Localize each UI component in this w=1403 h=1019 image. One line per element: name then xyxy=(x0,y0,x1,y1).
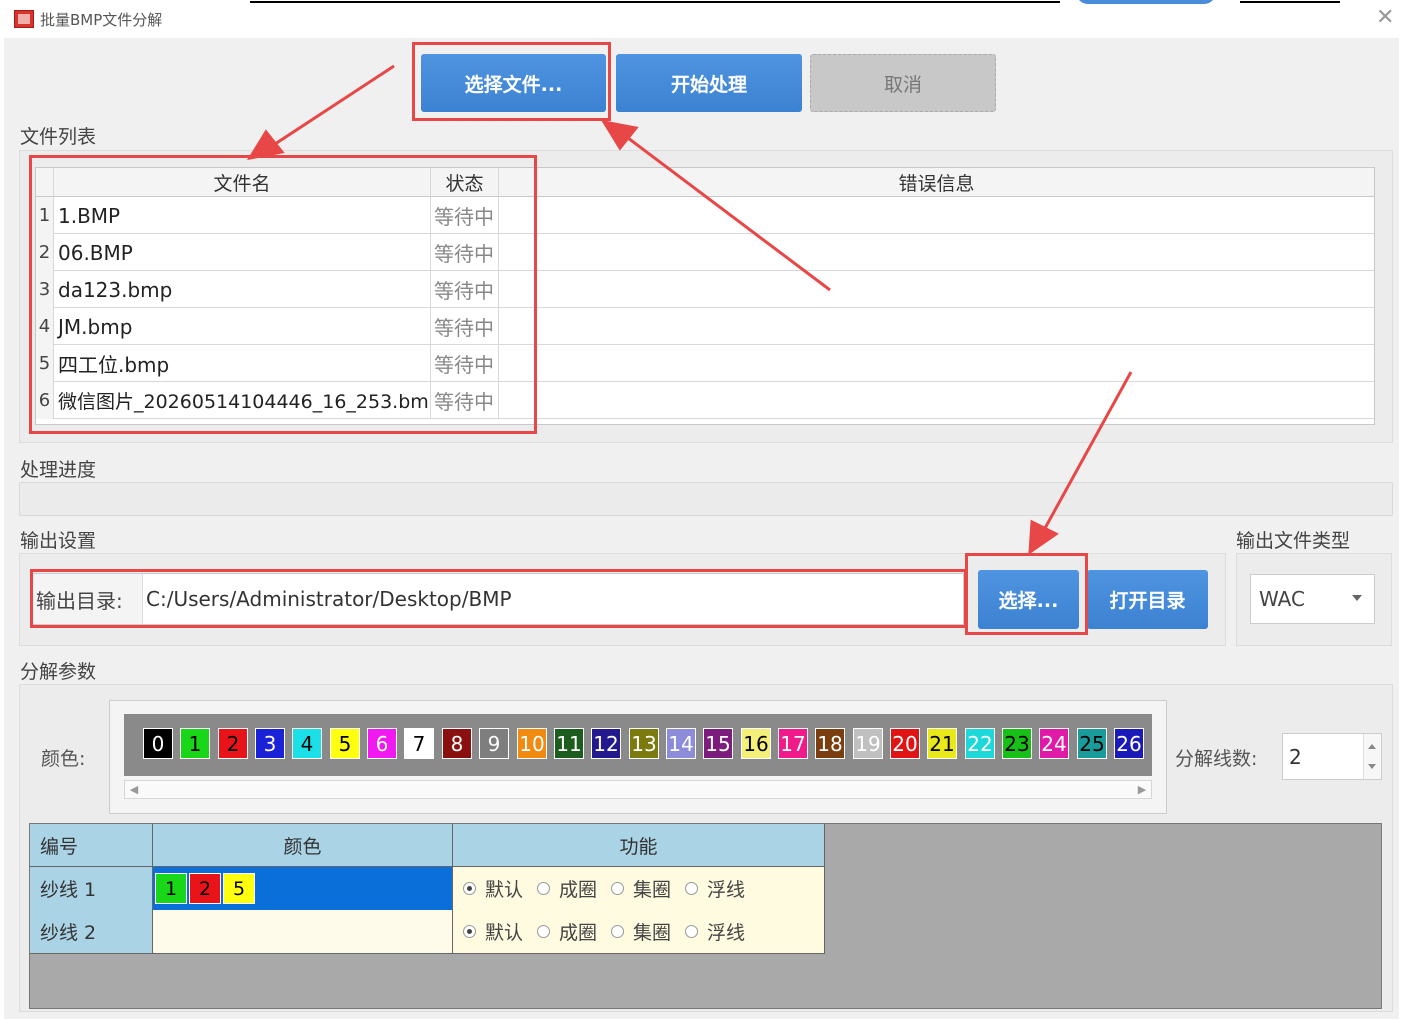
radio-knit[interactable]: 成圈 xyxy=(537,875,597,902)
color-swatch[interactable]: 20 xyxy=(890,728,920,759)
palette-scrollbar[interactable]: ◀ ▶ xyxy=(124,780,1152,799)
window-title: 批量BMP文件分解 xyxy=(40,11,163,29)
radio-label: 成圈 xyxy=(559,879,598,901)
radio-icon xyxy=(611,882,625,895)
radio-label: 成圈 xyxy=(559,922,598,944)
file-error xyxy=(499,345,1374,382)
radio-icon xyxy=(463,882,476,895)
yarn-row-function: 默认 成圈 集圈 浮线 xyxy=(453,867,825,911)
highlight-select-files xyxy=(412,42,611,121)
color-swatch[interactable]: 15 xyxy=(703,728,733,759)
radio-label: 集圈 xyxy=(633,922,672,944)
highlight-file-list xyxy=(29,155,537,434)
highlight-output-dir xyxy=(30,569,967,628)
file-error xyxy=(499,234,1374,271)
progress-label: 处理进度 xyxy=(20,459,97,481)
line-count-label: 分解线数: xyxy=(1175,748,1258,770)
top-divider xyxy=(250,1,1060,3)
color-swatch[interactable]: 26 xyxy=(1114,728,1144,759)
cancel-button: 取消 xyxy=(810,54,996,112)
radio-icon xyxy=(537,925,551,938)
yarn-row-name[interactable]: 纱线 1 xyxy=(30,867,153,911)
output-settings-label: 输出设置 xyxy=(20,530,97,552)
color-swatch[interactable]: 13 xyxy=(629,728,659,759)
color-swatch[interactable]: 3 xyxy=(255,728,285,759)
color-swatch[interactable]: 0 xyxy=(143,728,173,759)
spin-up-icon[interactable] xyxy=(1368,744,1376,749)
color-swatch[interactable]: 7 xyxy=(404,728,434,759)
brand-logo xyxy=(1076,0,1216,4)
open-dir-button[interactable]: 打开目录 xyxy=(1087,570,1208,629)
color-swatch[interactable]: 6 xyxy=(367,728,397,759)
radio-label: 默认 xyxy=(485,879,524,901)
output-type-label: 输出文件类型 xyxy=(1236,530,1351,552)
color-swatch[interactable]: 5 xyxy=(330,728,360,759)
params-label: 分解参数 xyxy=(20,661,97,683)
color-label: 颜色: xyxy=(41,748,86,770)
radio-tuck[interactable]: 集圈 xyxy=(611,875,671,902)
color-swatch[interactable]: 14 xyxy=(666,728,696,759)
color-swatch[interactable]: 1 xyxy=(180,728,210,759)
file-error xyxy=(499,271,1374,308)
yarn-function-header: 功能 xyxy=(453,824,825,867)
yarn-color-header: 颜色 xyxy=(153,824,453,867)
start-processing-button[interactable]: 开始处理 xyxy=(616,54,802,112)
radio-label: 浮线 xyxy=(707,879,746,901)
spin-buttons[interactable] xyxy=(1363,734,1381,779)
file-list-label: 文件列表 xyxy=(20,126,97,148)
color-swatch[interactable]: 8 xyxy=(442,728,472,759)
radio-knit[interactable]: 成圈 xyxy=(537,918,597,945)
radio-icon xyxy=(537,882,551,895)
radio-default[interactable]: 默认 xyxy=(463,918,523,945)
radio-label: 默认 xyxy=(485,922,524,944)
yarn-row-function: 默认 成圈 集圈 浮线 xyxy=(453,910,825,954)
radio-default[interactable]: 默认 xyxy=(463,875,523,902)
yarn-id-header: 编号 xyxy=(30,824,153,867)
color-swatch[interactable]: 18 xyxy=(815,728,845,759)
color-swatch[interactable]: 4 xyxy=(292,728,322,759)
color-swatch[interactable]: 16 xyxy=(741,728,771,759)
radio-icon xyxy=(685,882,699,895)
scroll-right-icon[interactable]: ▶ xyxy=(1133,781,1151,798)
radio-label: 浮线 xyxy=(707,922,746,944)
file-error xyxy=(499,382,1374,419)
radio-tuck[interactable]: 集圈 xyxy=(611,918,671,945)
color-swatch[interactable]: 10 xyxy=(517,728,547,759)
file-error xyxy=(499,308,1374,345)
color-swatch[interactable]: 12 xyxy=(591,728,621,759)
yarn-color-swatch[interactable]: 2 xyxy=(189,873,221,904)
color-swatch[interactable]: 25 xyxy=(1077,728,1107,759)
progress-bar xyxy=(19,482,1393,516)
spin-down-icon[interactable] xyxy=(1368,764,1376,769)
app-icon xyxy=(14,10,34,28)
color-swatch[interactable]: 24 xyxy=(1039,728,1069,759)
error-header[interactable]: 错误信息 xyxy=(499,168,1374,197)
radio-label: 集圈 xyxy=(633,879,672,901)
radio-float[interactable]: 浮线 xyxy=(685,918,745,945)
scroll-left-icon[interactable]: ◀ xyxy=(125,781,143,798)
yarn-color-swatch[interactable]: 5 xyxy=(223,873,255,904)
radio-icon xyxy=(463,925,476,938)
color-swatch[interactable]: 21 xyxy=(927,728,957,759)
yarn-color-swatch[interactable]: 1 xyxy=(155,873,187,904)
close-icon[interactable]: ✕ xyxy=(1376,5,1394,30)
yarn-row-colors[interactable]: 1 2 5 xyxy=(153,867,453,911)
file-error xyxy=(499,197,1374,234)
radio-icon xyxy=(685,925,699,938)
radio-icon xyxy=(611,925,625,938)
radio-float[interactable]: 浮线 xyxy=(685,875,745,902)
title-bar xyxy=(0,0,1403,38)
yarn-row-colors[interactable] xyxy=(153,910,453,954)
color-swatch[interactable]: 9 xyxy=(479,728,509,759)
highlight-choose-button xyxy=(965,553,1088,635)
color-swatch[interactable]: 22 xyxy=(965,728,995,759)
color-swatch[interactable]: 19 xyxy=(853,728,883,759)
color-swatch[interactable]: 2 xyxy=(218,728,248,759)
color-swatch[interactable]: 17 xyxy=(778,728,808,759)
yarn-row-name[interactable]: 纱线 2 xyxy=(30,910,153,954)
color-swatch[interactable]: 11 xyxy=(554,728,584,759)
top-divider-right xyxy=(1240,1,1340,3)
color-swatch[interactable]: 23 xyxy=(1002,728,1032,759)
chevron-down-icon[interactable] xyxy=(1352,595,1362,601)
